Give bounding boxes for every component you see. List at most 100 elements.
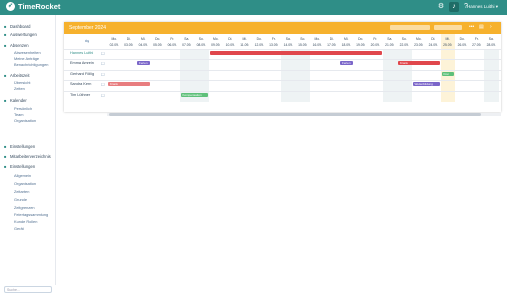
weekday-label: Sa. [285, 37, 291, 41]
sidebar-item[interactable]: Gerät [14, 226, 24, 231]
gear-icon: ■ [4, 163, 7, 169]
row-divider [64, 49, 501, 50]
sidebar-item[interactable]: Abwesenheiten [14, 50, 41, 55]
person-calendar-icon[interactable]: ☐ [101, 93, 104, 98]
weekday-label: Sa. [184, 37, 190, 41]
calendar-icon: ■ [4, 42, 7, 48]
sidebar-item[interactable]: Organisation [14, 181, 36, 186]
sidebar-item-label: Organisation [14, 118, 37, 123]
sidebar-item[interactable]: ■ Mitarbeiterverzeichnis [4, 154, 51, 159]
date-label: 14.09. [283, 43, 293, 47]
weekday-label: Mo. [314, 37, 321, 41]
weekday-label: Di. [126, 37, 131, 41]
absence-bar[interactable]: Frei [441, 71, 454, 76]
person-name[interactable]: Tim Lüthner [70, 93, 90, 97]
sidebar-item[interactable]: Zeitgrenzen [14, 205, 35, 210]
weekday-label: Fr. [373, 37, 378, 41]
date-label: 15.09. [298, 43, 308, 47]
absence-bar[interactable]: Ferien [137, 60, 150, 65]
weekday-label: Di. [228, 37, 233, 41]
weekday-label: Mo. [213, 37, 219, 41]
sidebar-item[interactable]: Grunde [14, 197, 27, 202]
calendar-header: September 2024 ••• ▤ › [64, 22, 501, 34]
horizontal-scrollbar[interactable] [107, 113, 501, 116]
weekday-label: Mo. [416, 37, 422, 41]
sidebar-item[interactable]: Organisation [14, 118, 36, 123]
export-icon[interactable]: ▤ [479, 24, 484, 30]
weekday-label: Sa. [387, 37, 393, 41]
sidebar-item-label: Kunde Rollen [14, 219, 38, 224]
collapse-icon[interactable]: ⇆ [85, 39, 89, 45]
sidebar-item[interactable]: Zeiten [14, 86, 25, 91]
absence-bar[interactable]: Weiterbildung [412, 81, 440, 86]
sidebar-item-label: Feiertagssammlung [14, 212, 49, 217]
sidebar-item[interactable]: ■ Einstellungen [4, 144, 35, 149]
person-calendar-icon[interactable]: ☐ [101, 61, 104, 66]
person-calendar-icon[interactable]: ☐ [101, 82, 104, 87]
date-label: 21.09. [385, 43, 395, 47]
date-label: 22.09. [399, 43, 409, 47]
weekday-label: Fr. [474, 37, 479, 41]
weekday-label: So. [300, 37, 306, 41]
sidebar-item-label: Meine Anträge [14, 56, 40, 61]
absence-bar[interactable]: Krank [398, 60, 440, 65]
settings-icon[interactable]: ⚙ [436, 2, 446, 12]
chevron-right-icon[interactable]: › [490, 24, 492, 30]
absence-bar[interactable]: Kompensation [180, 92, 208, 97]
scrollbar-thumb[interactable] [109, 113, 481, 116]
sidebar-item[interactable]: Kunde Rollen [14, 219, 37, 224]
sidebar-item[interactable]: Persönlich [14, 106, 32, 111]
sidebar-item[interactable]: Zeitarten [14, 189, 29, 194]
bell-icon[interactable]: ♪ [449, 2, 459, 12]
date-label: 09.09. [211, 43, 221, 47]
weekday-label: Mi. [242, 37, 247, 41]
sidebar-item-label: Allgemein [14, 173, 32, 178]
person-name[interactable]: Hannes Luithi [70, 51, 93, 55]
sidebar-item[interactable]: Team [14, 112, 24, 117]
weekend-column [281, 50, 296, 102]
absence-bar[interactable] [209, 50, 382, 55]
row-divider [64, 59, 501, 60]
clock-icon: ■ [4, 72, 7, 78]
person-name[interactable]: Gerhard Föllig [70, 72, 94, 76]
sidebar-item[interactable]: Allgemein [14, 173, 31, 178]
date-label: 10.09. [225, 43, 235, 47]
filter-button[interactable] [390, 25, 430, 30]
weekday-label: Mo. [111, 37, 118, 41]
sidebar-item-label: Dashboard [10, 24, 31, 29]
home-icon: ■ [4, 23, 7, 29]
date-label: 06.09. [167, 43, 177, 47]
weekday-label: So. [198, 37, 204, 41]
sidebar-search-input[interactable]: Suche... [4, 286, 52, 293]
sidebar-item[interactable]: ■ Dashboard [4, 24, 31, 29]
weekday-label: Do. [155, 37, 161, 41]
view-select[interactable] [434, 25, 462, 30]
sidebar-item[interactable]: Meine Anträge [14, 56, 39, 61]
weekday-label: Sa. [488, 37, 494, 41]
weekday-label: Mi. [344, 37, 349, 41]
person-calendar-icon[interactable]: ☐ [101, 51, 104, 56]
weekday-label: Mi. [141, 37, 146, 41]
sidebar-item[interactable]: Benachrichtigungen [14, 62, 48, 67]
sidebar-item[interactable]: Übersicht [14, 80, 30, 85]
sidebar-item-label: Arbeitszeit [10, 73, 30, 78]
sidebar-item[interactable]: ■ Einstellungen [4, 164, 35, 169]
person-name[interactable]: Sandra Kern [70, 82, 91, 86]
user-menu[interactable]: Hannes Luithi ▾ [467, 4, 498, 10]
sidebar-item[interactable]: ■ Absenzen [4, 43, 29, 48]
person-calendar-icon[interactable]: ☐ [101, 72, 104, 77]
sidebar-item[interactable]: Feiertagssammlung [14, 212, 48, 217]
sidebar-item[interactable]: ■ Kalender [4, 98, 27, 103]
person-name[interactable]: Emma Amrein [70, 61, 94, 65]
sidebar-item-label: Einstellungen [10, 144, 36, 149]
sidebar-item-label: Zeitgrenzen [14, 205, 35, 210]
sidebar-item[interactable]: ■ Arbeitszeit [4, 73, 30, 78]
sidebar-item-label: Abwesenheiten [14, 50, 41, 55]
absence-bar[interactable]: Krank [108, 81, 150, 86]
row-divider [64, 91, 501, 92]
more-icon[interactable]: ••• [469, 24, 474, 30]
app-logo[interactable]: ➶ TimeRocket [6, 2, 60, 11]
absence-bar[interactable]: Ferien [340, 60, 353, 65]
date-label: 25.09. [443, 43, 453, 47]
sidebar-item[interactable]: ■ Auswertungen [4, 32, 37, 37]
